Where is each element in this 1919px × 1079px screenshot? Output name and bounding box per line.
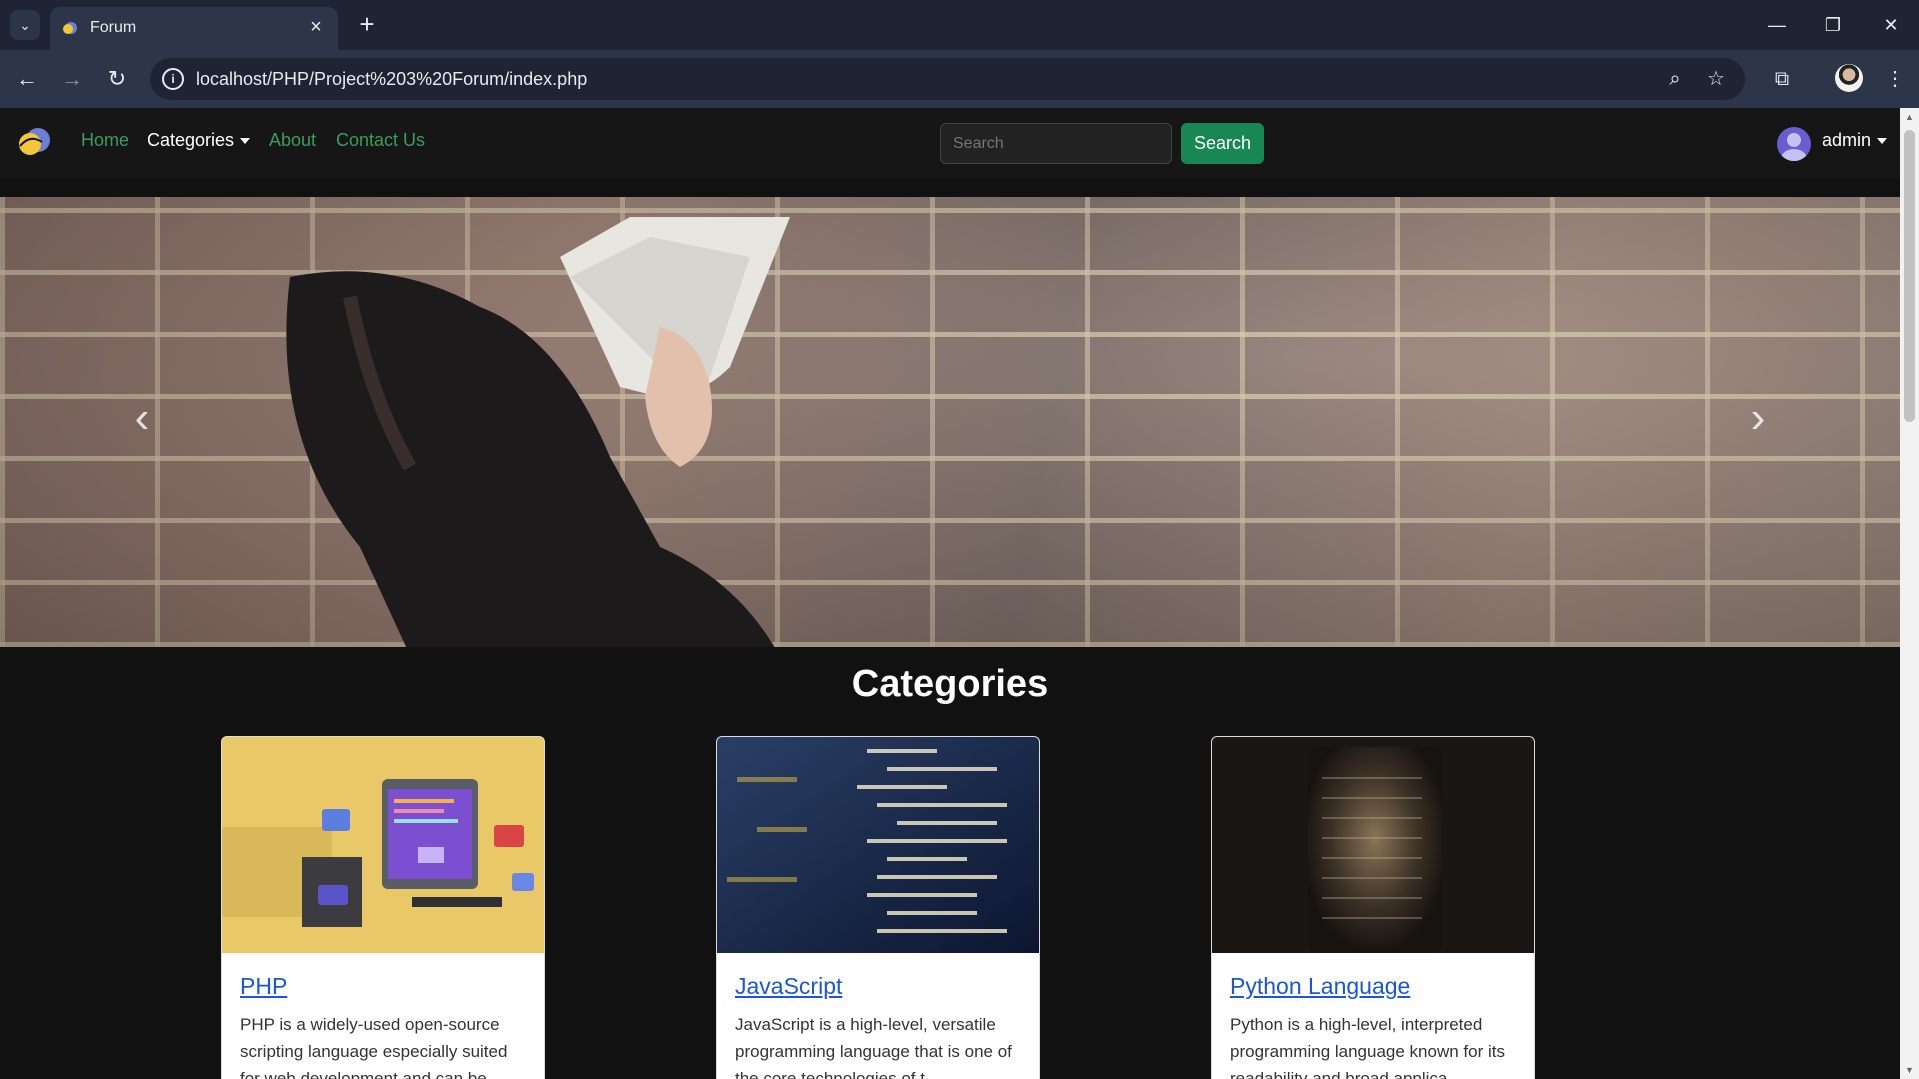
- forward-arrow-icon[interactable]: →: [57, 64, 87, 94]
- user-name: admin: [1822, 130, 1872, 150]
- user-menu-dropdown[interactable]: admin: [1822, 130, 1888, 151]
- carousel-prev-icon[interactable]: ‹: [122, 393, 162, 443]
- caret-down-icon: [240, 138, 251, 145]
- browser-profile-avatar[interactable]: [1835, 64, 1863, 92]
- category-title-link[interactable]: JavaScript: [735, 973, 842, 1000]
- bookmark-star-icon[interactable]: ☆: [1703, 66, 1729, 92]
- category-title-link[interactable]: PHP: [240, 973, 287, 1000]
- category-card-javascript: JavaScript JavaScript is a high-level, v…: [716, 736, 1040, 1079]
- category-title-link[interactable]: Python Language: [1230, 973, 1410, 1000]
- zoom-icon[interactable]: ⌕: [1662, 66, 1688, 92]
- address-bar[interactable]: i localhost/PHP/Project%203%20Forum/inde…: [150, 58, 1745, 100]
- nav-home-link[interactable]: Home: [81, 130, 129, 151]
- scroll-down-icon[interactable]: ▼: [1904, 1065, 1915, 1075]
- category-description: Python is a high-level, interpreted prog…: [1230, 1015, 1505, 1079]
- forum-logo-icon[interactable]: [16, 126, 52, 158]
- reload-icon[interactable]: ↻: [102, 64, 132, 94]
- page-scrollbar[interactable]: ▲ ▼: [1900, 108, 1919, 1079]
- browser-tab[interactable]: Forum ×: [50, 7, 338, 50]
- search-input[interactable]: [940, 123, 1172, 164]
- site-navbar: Home Categories About Contact Us Search …: [0, 108, 1900, 178]
- restore-icon[interactable]: ❐: [1818, 10, 1848, 40]
- back-arrow-icon[interactable]: ←: [12, 64, 42, 94]
- browser-menu-icon[interactable]: ⋮: [1880, 64, 1910, 94]
- search-button[interactable]: Search: [1181, 123, 1264, 164]
- carousel-next-icon[interactable]: ›: [1738, 393, 1778, 443]
- tab-search-chevron-icon[interactable]: ⌄: [10, 10, 40, 40]
- nav-categories-dropdown[interactable]: Categories: [147, 130, 251, 151]
- category-description: JavaScript is a high-level, versatile pr…: [735, 1015, 1012, 1079]
- address-url[interactable]: localhost/PHP/Project%203%20Forum/index.…: [196, 69, 587, 90]
- caret-down-icon: [1877, 138, 1888, 145]
- minimize-icon[interactable]: —: [1762, 10, 1792, 40]
- scroll-up-icon[interactable]: ▲: [1904, 112, 1915, 122]
- new-tab-icon[interactable]: +: [352, 10, 382, 40]
- category-card-python: Python Language Python is a high-level, …: [1211, 736, 1535, 1079]
- forum-favicon-icon: [63, 22, 77, 34]
- browser-toolbar: ← → ↻ i localhost/PHP/Project%203%20Foru…: [0, 50, 1919, 108]
- page-viewport: Home Categories About Contact Us Search …: [0, 108, 1900, 1079]
- categories-heading: Categories: [851, 663, 1049, 705]
- php-category-image: [222, 737, 544, 953]
- nav-categories-label: Categories: [147, 130, 235, 150]
- category-description: PHP is a widely-used open-source scripti…: [240, 1015, 508, 1079]
- javascript-category-image: [717, 737, 1039, 953]
- hero-carousel: ‹ ›: [0, 197, 1900, 647]
- tab-title: Forum: [90, 19, 137, 36]
- category-card-php: PHP PHP is a widely-used open-source scr…: [221, 736, 545, 1079]
- window-close-icon[interactable]: ✕: [1876, 10, 1906, 40]
- site-info-icon[interactable]: i: [162, 68, 184, 90]
- nav-about-link[interactable]: About: [269, 130, 316, 151]
- browser-tabstrip: ⌄ Forum × + — ❐ ✕: [0, 0, 1919, 50]
- nav-contact-link[interactable]: Contact Us: [336, 130, 425, 151]
- scrollbar-thumb[interactable]: [1904, 130, 1915, 422]
- carousel-slide-image: [286, 217, 790, 647]
- user-avatar-icon[interactable]: [1777, 127, 1811, 161]
- tab-close-icon[interactable]: ×: [304, 15, 328, 39]
- extensions-puzzle-icon[interactable]: ⧉: [1767, 64, 1797, 94]
- python-category-image: [1212, 737, 1534, 953]
